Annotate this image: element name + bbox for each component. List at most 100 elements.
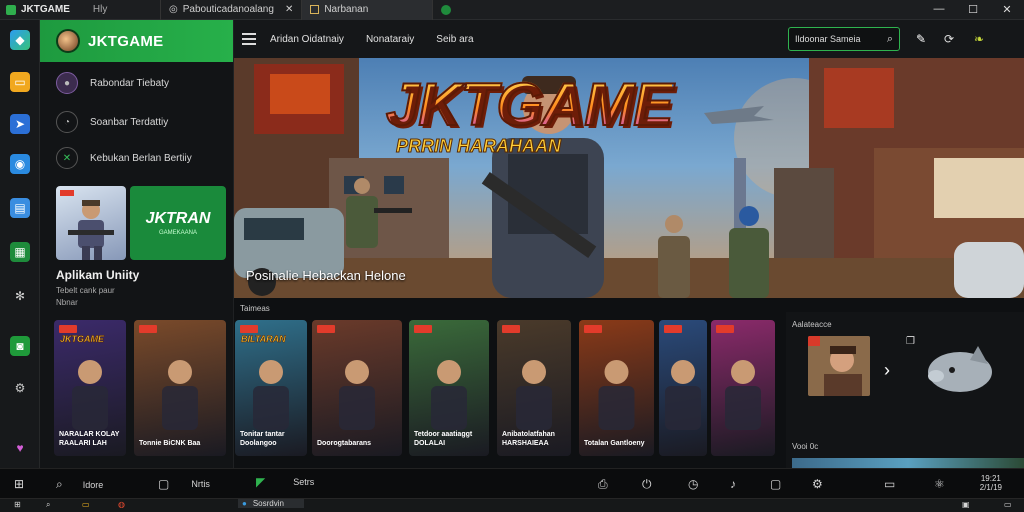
app-sub: Hly (92, 4, 108, 15)
taskbar-label: Setrs (293, 477, 315, 487)
tray-icon-7[interactable]: ▭ (884, 477, 895, 491)
card-title: Totalan Gantloeny (584, 440, 645, 447)
featured-thumb[interactable] (808, 336, 870, 396)
search-icon[interactable]: ⌕ (887, 33, 893, 46)
monitor-icon: ▭ (884, 477, 896, 491)
tray-icon-4[interactable]: ♪ (730, 477, 736, 491)
card-logo-text: BILTARAN (241, 334, 286, 345)
tab-1[interactable]: Aridan Oidatnaiy (270, 34, 344, 45)
tab-3[interactable]: Seib ara (436, 34, 473, 45)
document-icon[interactable]: ▤ (10, 198, 30, 218)
game-card[interactable] (659, 320, 707, 456)
card-character-illustration (162, 360, 198, 430)
taskbar-clock[interactable]: 19:21 2/1/19 (980, 474, 1002, 492)
tray-icon-8[interactable]: ⚛ (934, 477, 945, 491)
right-strip-thumb[interactable] (792, 458, 1024, 468)
xbox-icon[interactable]: ◙ (10, 336, 30, 356)
game-card[interactable]: Doorogtabarans (312, 320, 402, 456)
promo-banner[interactable]: JKTRAN GAMEKAANA (130, 186, 226, 260)
menu-icon[interactable] (242, 33, 256, 45)
square-icon: ▢ (770, 477, 782, 491)
clock-date: 2/1/19 (979, 483, 1002, 492)
game-card[interactable]: Tetdoor aaatiaggt DOLALAI (409, 320, 489, 456)
start-button[interactable]: ⊞ (14, 477, 24, 491)
game-card[interactable]: BILTARAN Tonitar tantar Doolangoo (235, 320, 307, 456)
close-button[interactable]: ✕ (990, 3, 1024, 16)
card-badge (716, 325, 734, 333)
brand-header[interactable]: JKTGAME (40, 20, 233, 62)
cube-icon[interactable]: ◆ (10, 30, 30, 50)
game-card[interactable]: Totalan Gantloeny (579, 320, 654, 456)
hero-banner[interactable]: JKTGAME PRRIN HARAHAAN Posinalie Hebacka… (234, 58, 1024, 298)
sync-icon[interactable]: ⟳ (940, 30, 958, 48)
clock-icon: ◔ (56, 111, 78, 133)
card-character-illustration (339, 360, 375, 430)
search-input[interactable]: Ildoonar Sameia (795, 34, 861, 44)
browser-tab-2[interactable]: Narbanan (301, 0, 433, 20)
tray-icon-1[interactable]: ⎙ (598, 477, 608, 492)
taskbar-item-search[interactable]: ⌕ Idore (56, 477, 103, 492)
card-badge (664, 325, 682, 333)
card-character-illustration (665, 360, 701, 430)
soldier-illustration (60, 190, 114, 260)
promo-sub: GAMEKAANA (158, 230, 197, 236)
sidebar-item-3[interactable]: ✕ Kebukan Berlan Bertiiy (56, 147, 192, 169)
secondary-notify-icon[interactable]: ▭ (1004, 500, 1012, 509)
secondary-browser-icon[interactable]: ◍ (118, 500, 125, 509)
tab-2[interactable]: Nonataraiy (366, 34, 414, 45)
minimize-button[interactable]: — (922, 3, 956, 16)
settings-icon[interactable]: ⚙ (10, 378, 30, 398)
arrow-icon[interactable]: ➤ (10, 114, 30, 134)
new-tab-icon (441, 4, 452, 15)
game-card[interactable]: Tonnie BiCNK Baa (134, 320, 226, 456)
tab-globe-icon: ◎ (169, 4, 178, 15)
spreadsheet-icon[interactable]: ▦ (10, 242, 30, 262)
tray-icon-5[interactable]: ▢ (770, 477, 781, 491)
copy-icon[interactable]: ❐ (906, 336, 915, 347)
card-badge (59, 325, 77, 333)
secondary-search-icon[interactable]: ⌕ (46, 500, 50, 510)
browser-tab-1[interactable]: ◎ Pabouticadanoalang ✕ (160, 0, 301, 20)
secondary-windows-icon[interactable]: ⊞ (14, 500, 21, 509)
portrait-illustration (808, 336, 870, 396)
featured-creature[interactable] (922, 336, 998, 396)
tray-icon-6[interactable]: ⚙ (812, 477, 823, 491)
maximize-button[interactable]: ☐ (956, 3, 990, 16)
tab-close-icon[interactable]: ✕ (285, 4, 293, 15)
bell-icon: ♪ (730, 477, 736, 491)
card-title: Tonnie BiCNK Baa (139, 440, 201, 447)
user-icon: ● (56, 72, 78, 94)
right-footer-label: Vooi 0c (792, 442, 819, 451)
game-card[interactable]: JKTGAME NARALAR KOLAY RAALARI LAH (54, 320, 126, 456)
clock-time: 19:21 (980, 474, 1001, 483)
brand-name: JKTGAME (88, 32, 164, 50)
sidebar-item-2[interactable]: ◔ Soanbar Terdattiy (56, 111, 168, 133)
card-badge (317, 325, 335, 333)
tray-icon-2[interactable]: ⏻ (642, 477, 652, 492)
window-icon: ▢ (158, 477, 170, 491)
leaf-icon[interactable]: ❧ (970, 30, 988, 48)
folder-icon[interactable]: ▭ (10, 72, 30, 92)
network-icon: ⚛ (934, 477, 945, 491)
promo-thumb-character[interactable] (56, 186, 126, 260)
pen-icon[interactable]: ✎ (912, 30, 930, 48)
tray-icon-3[interactable]: ◷ (688, 477, 698, 491)
secondary-task-item[interactable]: ● Sosrdvin (238, 499, 304, 508)
store-icon[interactable]: ◉ (10, 154, 30, 174)
secondary-tray-icon[interactable]: ▣ (962, 500, 970, 509)
game-card[interactable] (711, 320, 775, 456)
search-box[interactable]: Ildoonar Sameia ⌕ (788, 27, 900, 51)
secondary-folder-icon[interactable]: ▭ (82, 500, 90, 509)
title-app: JKTGAME Hly (0, 4, 160, 15)
card-badge (139, 325, 157, 333)
game-card[interactable]: Anibatolatfahan HARSHAIEAA (497, 320, 571, 456)
taskbar-item-3[interactable]: ◤ Setrs (256, 475, 314, 489)
taskbar-item-2[interactable]: ▢ Nrtis (158, 477, 210, 491)
sidebar-item-1[interactable]: ● Rabondar Tiebaty (56, 72, 169, 94)
chevron-right-icon[interactable]: › (884, 360, 890, 381)
clock-icon: ◷ (688, 477, 699, 491)
gear-icon[interactable]: ✻ (10, 286, 30, 306)
new-tab-button[interactable] (432, 0, 459, 20)
card-title: Tonitar tantar Doolangoo (240, 431, 285, 447)
heart-icon[interactable]: ♥ (10, 438, 30, 458)
